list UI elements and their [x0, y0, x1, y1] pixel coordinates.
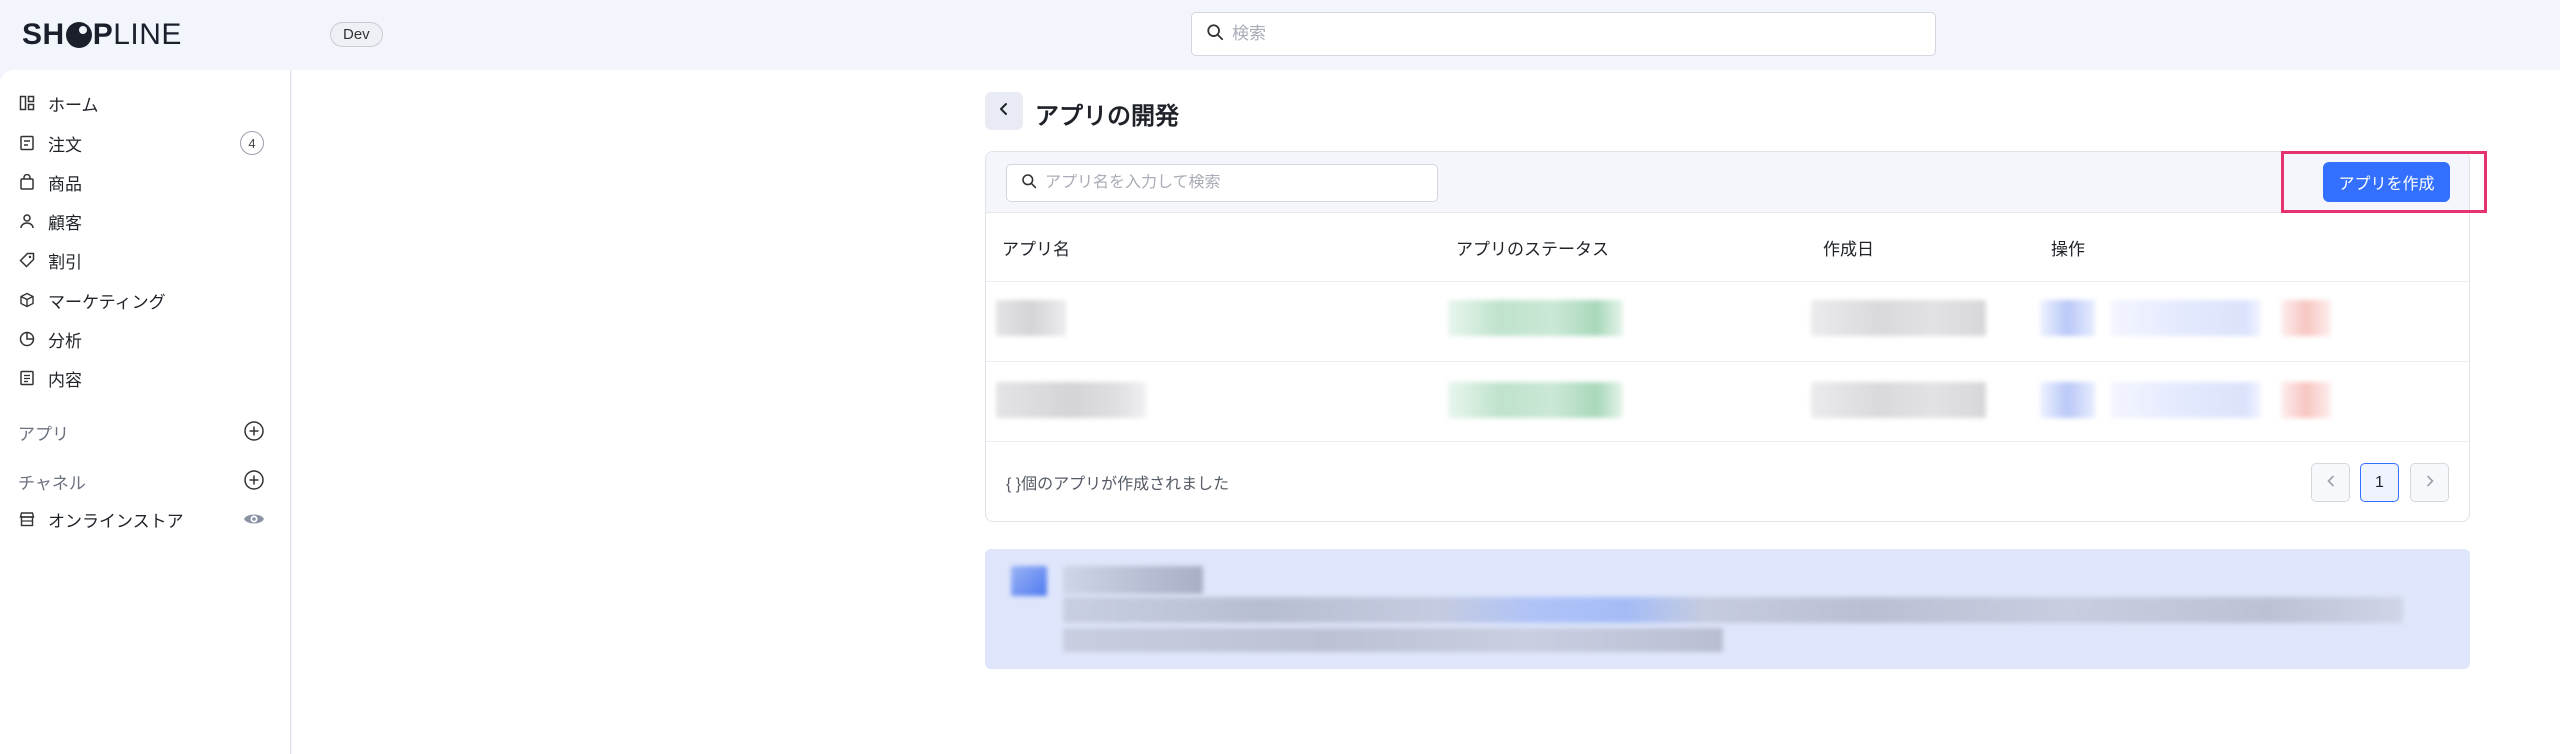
redacted-status	[1448, 300, 1623, 336]
tag-icon	[18, 251, 36, 269]
redacted-date	[1811, 382, 1986, 418]
eye-icon[interactable]	[242, 507, 266, 531]
bag-icon	[18, 173, 36, 191]
redacted-action	[2111, 382, 2261, 418]
app-search-input[interactable]	[1045, 174, 1437, 192]
sidebar-item-products[interactable]: 商品	[0, 164, 290, 200]
add-channel-plus-icon[interactable]	[243, 469, 265, 491]
home-icon	[18, 94, 36, 112]
redacted-banner-icon	[1011, 566, 1047, 596]
redacted-action	[2281, 382, 2331, 418]
redacted-app-name	[996, 382, 1146, 418]
sidebar-item-marketing[interactable]: マーケティング	[0, 282, 290, 318]
shopline-logo[interactable]: SH P LINE	[22, 18, 182, 52]
sidebar-item-label: ホーム	[48, 95, 99, 115]
redacted-action	[2040, 300, 2095, 336]
row-divider	[986, 281, 2469, 282]
apps-table-card: アプリ名 アプリのステータス 作成日 操作 { }個のアプリが作成されました 1	[985, 151, 2470, 522]
apps-section-label: アプリ	[18, 425, 69, 444]
redacted-date	[1811, 300, 1986, 336]
global-search-input[interactable]	[1232, 24, 1935, 44]
chevron-left-icon	[2325, 474, 2337, 492]
sidebar-item-label: 商品	[48, 174, 82, 194]
sidebar-item-home[interactable]: ホーム	[0, 85, 290, 121]
back-button[interactable]	[985, 92, 1023, 130]
page-title: アプリの開発	[1035, 103, 1179, 130]
search-icon	[1206, 23, 1224, 46]
table-toolbar	[986, 152, 2469, 213]
sidebar-item-orders[interactable]: 注文 4	[0, 125, 290, 161]
cube-icon	[18, 291, 36, 309]
logo-o-mark	[65, 22, 92, 48]
sidebar-item-label: 内容	[48, 370, 82, 390]
search-icon	[1021, 173, 1037, 194]
column-header-created-date: 作成日	[1823, 240, 1874, 259]
person-icon	[18, 212, 36, 230]
add-app-plus-icon[interactable]	[243, 420, 265, 442]
sidebar-item-analytics[interactable]: 分析	[0, 321, 290, 357]
redacted-banner-title	[1063, 566, 1203, 594]
global-search-box[interactable]	[1191, 12, 1936, 56]
store-badge[interactable]: Dev	[330, 22, 383, 47]
sidebar-item-discounts[interactable]: 割引	[0, 242, 290, 278]
pagination-next-button[interactable]	[2410, 463, 2449, 502]
redacted-banner-line	[1063, 597, 2403, 623]
sidebar-item-label: 顧客	[48, 213, 82, 233]
top-bar: SH P LINE Dev	[0, 0, 2560, 70]
row-divider	[986, 441, 2469, 442]
order-icon	[18, 134, 36, 152]
sidebar-item-label: 割引	[48, 252, 82, 272]
pie-chart-icon	[18, 330, 36, 348]
document-icon	[18, 369, 36, 387]
info-banner	[985, 549, 2470, 669]
redacted-action	[2111, 300, 2261, 336]
channels-section-label: チャネル	[18, 474, 86, 493]
sidebar: ホーム 注文 4 商品 顧客 割引 マーケティング 分析 内容 アプリ チャネル…	[0, 70, 291, 754]
column-header-app-name: アプリ名	[1002, 240, 1070, 259]
order-count-badge: 4	[240, 131, 264, 155]
sidebar-item-label: 注文	[48, 135, 82, 155]
redacted-action	[2040, 382, 2095, 418]
column-header-status: アプリのステータス	[1456, 240, 1609, 259]
redacted-action	[2281, 300, 2331, 336]
app-count-text: { }個のアプリが作成されました	[1006, 476, 1230, 493]
pagination-prev-button[interactable]	[2311, 463, 2350, 502]
sidebar-item-label: オンラインストア	[48, 511, 184, 531]
pagination-page-1[interactable]: 1	[2360, 463, 2399, 502]
redacted-status	[1448, 382, 1623, 418]
sidebar-item-label: 分析	[48, 331, 82, 351]
column-header-actions: 操作	[2051, 240, 2085, 259]
sidebar-item-content[interactable]: 内容	[0, 360, 290, 396]
chevron-right-icon	[2424, 474, 2436, 492]
row-divider	[986, 361, 2469, 362]
store-icon	[18, 510, 36, 528]
chevron-left-icon	[997, 102, 1011, 121]
sidebar-item-customers[interactable]: 顧客	[0, 203, 290, 239]
sidebar-item-label: マーケティング	[48, 292, 166, 312]
create-app-button[interactable]: アプリを作成	[2323, 162, 2450, 202]
app-search-box[interactable]	[1006, 164, 1438, 202]
redacted-app-name	[996, 300, 1066, 336]
redacted-banner-line	[1063, 628, 1723, 652]
